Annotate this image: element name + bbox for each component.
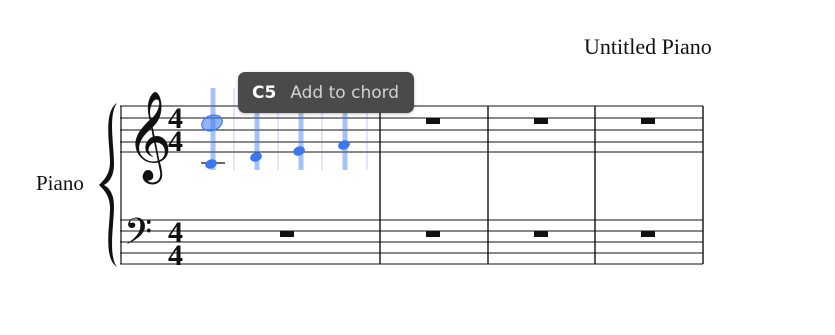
whole-rest-icon [534,231,548,237]
whole-rest-icon [534,118,548,124]
whole-rest-icon [641,231,655,237]
instrument-name[interactable]: Piano [36,171,84,196]
time-sig-bottom: 4 [168,125,183,158]
treble-clef-icon: 𝄞 [126,91,172,185]
whole-rest-icon [280,231,294,237]
add-to-chord-tooltip: C5 Add to chord [238,72,414,113]
tooltip-pitch: C5 [252,82,277,103]
bass-clef-icon: 𝄢 [124,211,152,262]
note-3[interactable] [292,145,306,158]
svg-text:𝄢: 𝄢 [124,211,152,262]
bass-rests [280,231,655,237]
time-sig-bottom: 4 [168,239,183,272]
svg-text:𝄞: 𝄞 [126,91,172,185]
score-title[interactable]: Untitled Piano [584,34,712,60]
treble-time-signature: 4 4 [168,102,183,158]
bass-staff[interactable] [120,219,703,265]
whole-rest-icon [641,118,655,124]
tooltip-action: Add to chord [290,82,400,103]
whole-rest-icon [426,118,440,124]
note-4[interactable] [337,139,351,152]
treble-rests [426,118,655,124]
whole-rest-icon [426,231,440,237]
note-2[interactable] [249,151,263,164]
note-1[interactable] [204,158,218,171]
brace-icon [99,103,117,267]
bass-time-signature: 4 4 [168,216,183,272]
